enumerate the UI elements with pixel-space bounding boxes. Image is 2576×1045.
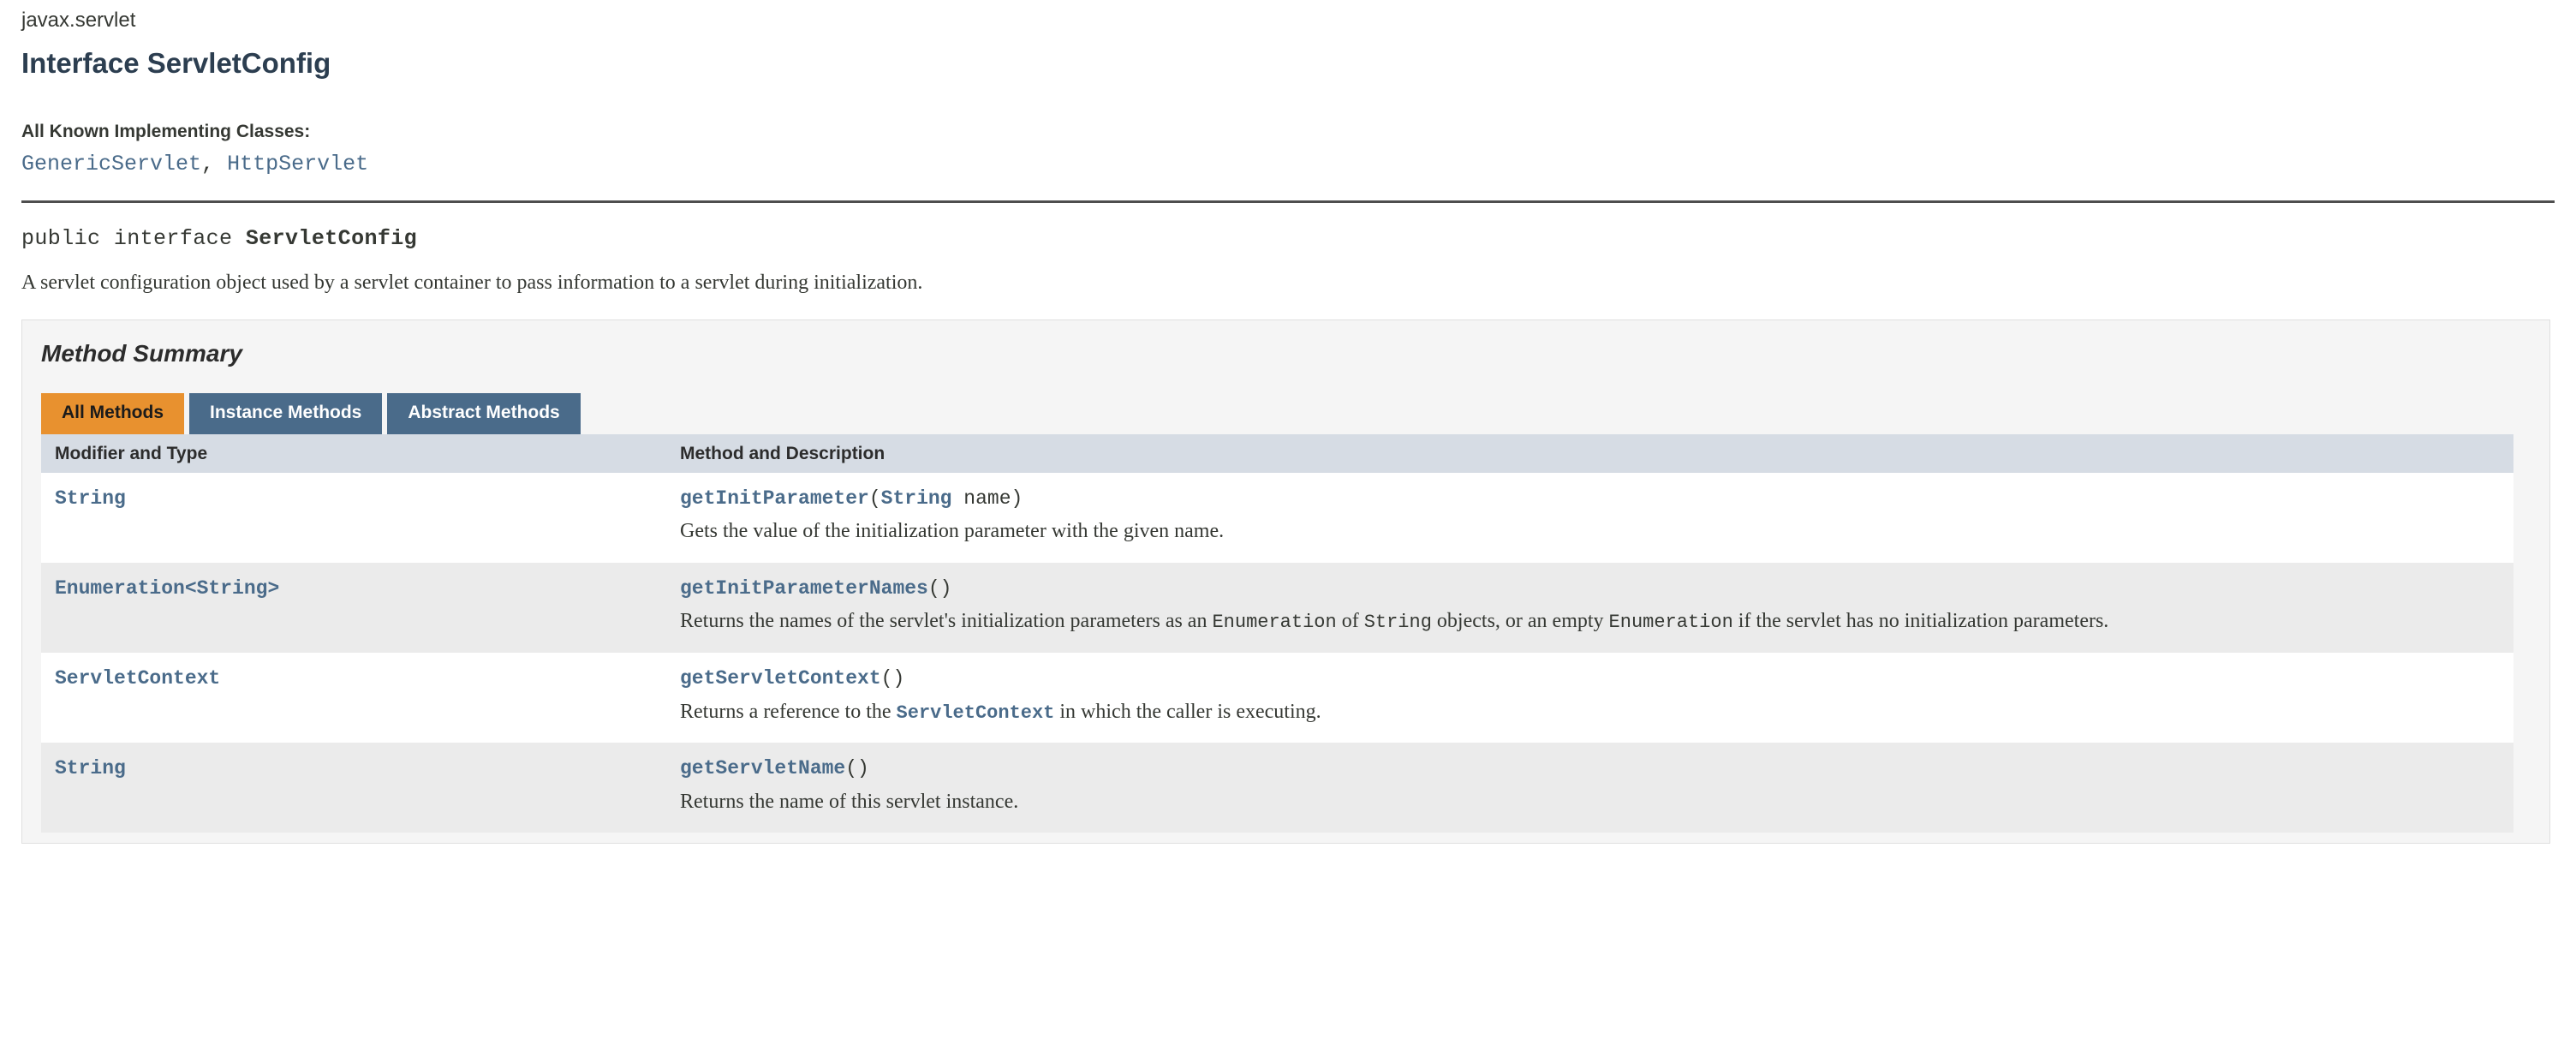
type-declaration: public interface ServletConfig [21,226,2555,252]
inline-code-link-1[interactable]: ServletContext [897,702,1055,724]
column-header-modifier-and-type: Modifier and Type [41,433,666,473]
description-text-1: Gets the value of the initialization par… [680,520,1225,543]
return-type-link[interactable]: Enumeration [55,577,185,600]
method-description: Returns the names of the servlet's initi… [680,608,2501,636]
method-signature: getServletContext() [680,666,2501,691]
link-generic-servlet[interactable]: GenericServlet [21,152,201,176]
implementing-classes-list: GenericServlet, HttpServlet [21,151,2555,177]
signature-close-paren: ) [892,666,905,690]
table-header-row: Modifier and Type Method and Description [41,433,2513,473]
cell-modifier-type: ServletContext [41,652,666,743]
class-description: A servlet configuration object used by a… [21,271,923,294]
inline-code-1: Enumeration [1212,612,1337,634]
cell-method-description: getServletName() Returns the name of thi… [666,743,2513,833]
method-summary-table: Modifier and Type Method and Description… [41,433,2513,833]
signature-close-paren: ) [857,757,869,780]
cell-modifier-type: String [41,743,666,833]
param-type-link[interactable]: String [881,487,952,510]
inline-code-2: String [1363,612,1432,634]
tab-abstract-methods[interactable]: Abstract Methods [387,393,581,434]
param-name: name [951,487,1011,510]
method-description: Gets the value of the initialization par… [680,518,2501,545]
method-description: Returns the name of this servlet instanc… [680,789,2501,815]
description-text-2: in which the caller is executing. [1054,700,1321,723]
horizontal-divider [21,200,2555,203]
return-type-generic: <String> [184,576,280,600]
link-http-servlet[interactable]: HttpServlet [227,152,368,176]
cell-method-description: getInitParameter(String name) Gets the v… [666,472,2513,563]
declaration-modifiers: public interface [21,225,246,251]
tab-all-methods[interactable]: All Methods [41,393,184,434]
declaration-type-name: ServletConfig [245,225,418,251]
signature-open-paren: ( [880,666,893,690]
method-name-link[interactable]: getServletContext [680,667,881,690]
package-name: javax.servlet [21,9,136,32]
table-row: Enumeration<String> getInitParameterName… [41,562,2513,653]
description-text-2: of [1336,610,1364,633]
method-name-link[interactable]: getServletName [680,757,845,779]
inline-code-3: Enumeration [1608,612,1733,634]
cell-modifier-type: String [41,472,666,563]
table-row: String getInitParameter(String name) Get… [41,472,2513,563]
method-signature: getInitParameterNames() [680,576,2501,601]
method-summary-heading: Method Summary [41,339,242,367]
method-summary-section: Method Summary All Methods Instance Meth… [21,319,2550,845]
description-text-4: if the servlet has no initialization par… [1732,610,2109,633]
signature-open-paren: ( [868,487,881,510]
implementing-classes-block: All Known Implementing Classes: GenericS… [21,121,2555,176]
method-signature: getServletName() [680,756,2501,781]
return-type-link[interactable]: String [55,757,126,779]
list-separator: , [201,151,228,176]
cell-modifier-type: Enumeration<String> [41,562,666,653]
description-text-1: Returns the name of this servlet instanc… [680,791,1019,814]
method-filter-tabs: All Methods Instance Methods Abstract Me… [41,393,2549,434]
description-text-3: objects, or an empty [1431,610,1609,633]
signature-open-paren: ( [845,757,858,780]
cell-method-description: getInitParameterNames() Returns the name… [666,562,2513,653]
method-name-link[interactable]: getInitParameter [680,487,869,510]
table-row: ServletContext getServletContext() Retur… [41,652,2513,743]
method-description: Returns a reference to the ServletContex… [680,699,2501,726]
return-type-link[interactable]: ServletContext [55,667,220,690]
method-signature: getInitParameter(String name) [680,487,2501,511]
page-title: Interface ServletConfig [21,47,331,80]
signature-close-paren: ) [939,576,952,600]
tab-instance-methods[interactable]: Instance Methods [189,393,383,434]
return-type-link[interactable]: String [55,487,126,510]
description-text-1: Returns the names of the servlet's initi… [680,610,1213,633]
method-name-link[interactable]: getInitParameterNames [680,577,928,600]
signature-open-paren: ( [927,576,940,600]
description-text-1: Returns a reference to the [680,700,897,723]
table-row: String getServletName() Returns the name… [41,743,2513,833]
javadoc-page: javax.servlet Interface ServletConfig Al… [0,0,2576,1045]
cell-method-description: getServletContext() Returns a reference … [666,652,2513,743]
column-header-method-and-description: Method and Description [666,433,2513,473]
signature-close-paren: ) [1011,487,1023,510]
implementing-classes-label: All Known Implementing Classes: [21,122,311,142]
